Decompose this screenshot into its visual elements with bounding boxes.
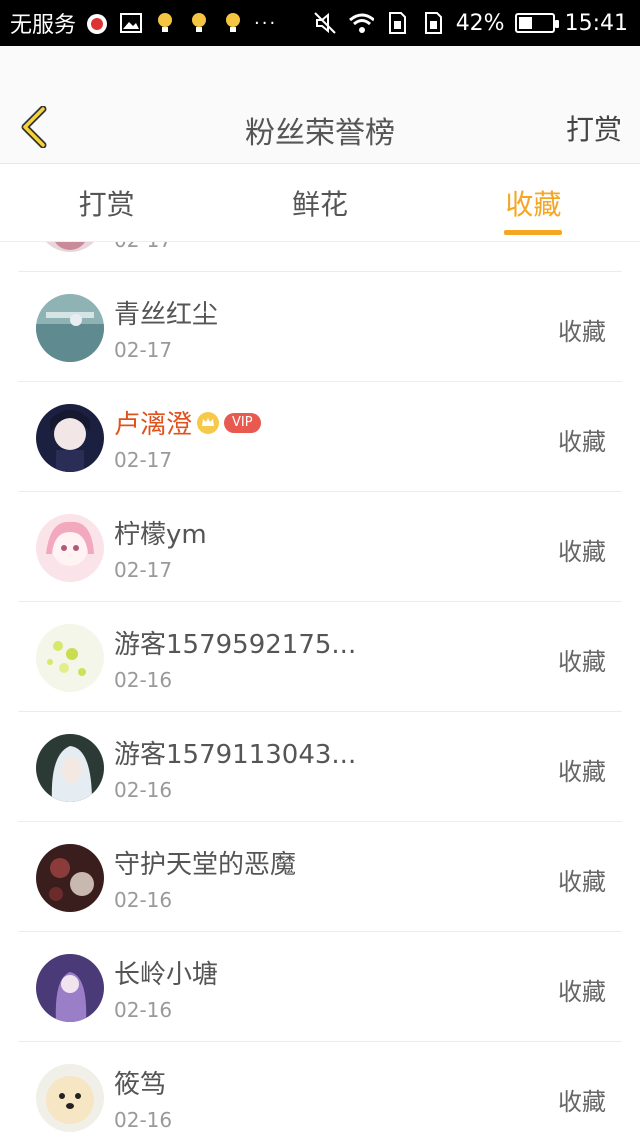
favorite-action[interactable]: 收藏 [558, 642, 606, 677]
name-line: 守护天堂的恶魔 [114, 844, 296, 881]
name-line: 游客1579113043... [114, 734, 356, 771]
item-date: 02-16 [114, 668, 173, 692]
avatar[interactable] [36, 954, 104, 1022]
item-date: 02-16 [114, 998, 173, 1022]
avatar[interactable] [36, 624, 104, 692]
app-header: 粉丝荣誉榜 打赏 [0, 46, 640, 164]
favorite-action[interactable]: 收藏 [558, 1082, 606, 1117]
favorite-action[interactable]: 收藏 [558, 422, 606, 457]
item-date: 02-17 [114, 448, 173, 472]
tab-label: 打赏 [78, 187, 135, 221]
name-line: 长岭小塘 [114, 954, 218, 991]
app-notification-icon [84, 10, 110, 36]
list-item[interactable]: 卢漓澄 VIP 02-17 收藏 [18, 382, 622, 492]
item-date: 02-17 [114, 558, 173, 582]
sim-card-icon [384, 10, 410, 36]
avatar[interactable] [36, 844, 104, 912]
tab-favorites[interactable]: 收藏 [427, 164, 640, 241]
list-item[interactable]: 游客1579113043... 02-16 收藏 [18, 712, 622, 822]
more-notifications-icon: ··· [254, 12, 278, 34]
user-name: 筱笃 [114, 1070, 167, 1100]
avatar[interactable] [36, 404, 104, 472]
bulb-icon [186, 10, 212, 36]
clock: 15:41 [564, 10, 628, 36]
favorite-action[interactable]: 收藏 [558, 532, 606, 567]
user-name: 长岭小塘 [114, 960, 219, 990]
user-name: 守护天堂的恶魔 [114, 850, 297, 880]
user-name: 青丝红尘 [114, 300, 219, 330]
user-name: 游客1579113043... [114, 740, 357, 770]
status-bar: 无服务 ··· 42% 15:41 [0, 0, 640, 46]
carrier-label: 无服务 [10, 13, 77, 38]
favorite-action[interactable]: 收藏 [558, 312, 606, 347]
tab-label: 鲜花 [291, 187, 348, 221]
battery-percent: 42% [455, 10, 505, 36]
battery-icon [514, 13, 559, 33]
avatar[interactable] [36, 734, 104, 802]
list-item[interactable]: 长岭小塘 02-16 收藏 [18, 932, 622, 1042]
reward-button[interactable]: 打赏 [566, 108, 622, 148]
list-item[interactable]: 02-17 [18, 242, 622, 272]
wifi-icon [348, 10, 374, 36]
user-name: 柠檬ym [114, 520, 207, 550]
item-date: 02-16 [114, 1108, 173, 1132]
tab-reward[interactable]: 打赏 [0, 164, 213, 241]
user-name: 游客1579592175... [114, 630, 357, 660]
list-item[interactable]: 游客1579592175... 02-16 收藏 [18, 602, 622, 712]
name-line: 游客1579592175... [114, 624, 356, 661]
bulb-icon [152, 10, 178, 36]
user-name: 卢漓澄 [114, 410, 193, 440]
list-item[interactable]: 青丝红尘 02-17 收藏 [18, 272, 622, 382]
vip-badge: VIP [224, 412, 261, 433]
tab-active-indicator [504, 230, 563, 235]
item-date: 02-17 [114, 338, 173, 362]
list-item[interactable]: 筱笃 02-16 收藏 [18, 1042, 622, 1138]
favorite-action[interactable]: 收藏 [558, 862, 606, 897]
avatar[interactable] [36, 242, 104, 252]
favorite-action[interactable]: 收藏 [558, 972, 606, 1007]
fan-list: 02-17青丝红尘02-17收藏卢漓澄VIP02-17收藏柠檬ym02-17收藏… [0, 242, 640, 1138]
item-date: 02-16 [114, 778, 173, 802]
sim-card-icon [420, 10, 446, 36]
page-title: 粉丝荣誉榜 [245, 116, 395, 151]
name-line: 卢漓澄 VIP [114, 404, 261, 441]
avatar[interactable] [36, 1064, 104, 1132]
avatar[interactable] [36, 514, 104, 582]
list-item[interactable]: 守护天堂的恶魔 02-16 收藏 [18, 822, 622, 932]
bulb-icon [220, 10, 246, 36]
name-line: 青丝红尘 [114, 294, 218, 331]
item-date: 02-16 [114, 888, 173, 912]
tab-flowers[interactable]: 鲜花 [213, 164, 426, 241]
name-line: 柠檬ym [114, 514, 207, 551]
avatar[interactable] [36, 294, 104, 362]
mute-icon [312, 10, 338, 36]
image-icon [118, 10, 144, 36]
list-item[interactable]: 柠檬ym 02-17 收藏 [18, 492, 622, 602]
name-line: 筱笃 [114, 1064, 166, 1101]
tab-bar: 打赏 鲜花 收藏 [0, 164, 640, 242]
favorite-action[interactable]: 收藏 [558, 752, 606, 787]
item-date: 02-17 [114, 242, 172, 252]
tab-label: 收藏 [505, 187, 562, 221]
crown-icon [196, 411, 220, 435]
